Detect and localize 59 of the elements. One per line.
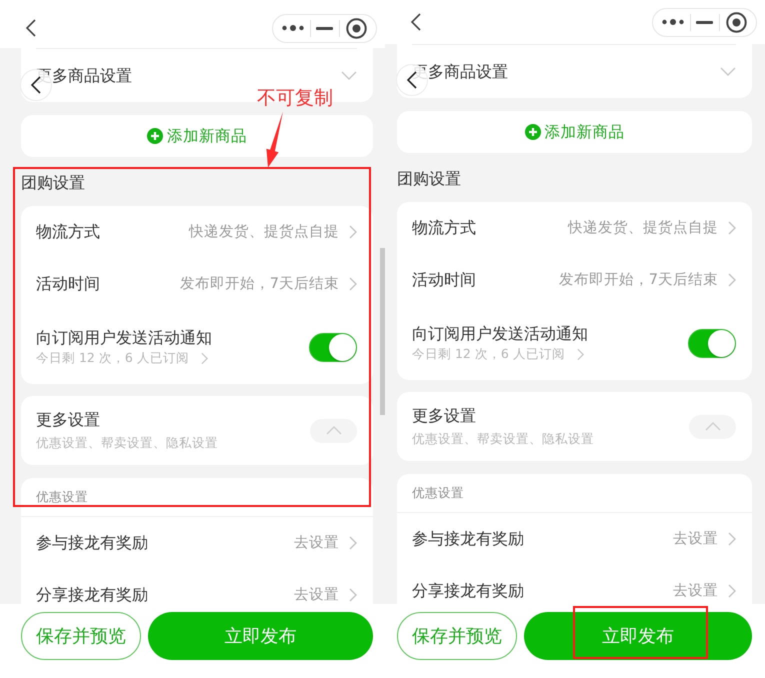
row-label[interactable]: 物流方式 [36, 222, 189, 242]
circle-dot-icon [346, 18, 368, 38]
notification-switch[interactable] [309, 332, 357, 362]
row-value: 快递发货、提货点自提 [568, 219, 718, 237]
more-button[interactable] [662, 19, 684, 25]
chevron-right-icon [349, 277, 357, 291]
chevron-right-icon [576, 348, 584, 360]
chevron-right-icon [349, 588, 357, 602]
row-label[interactable]: 分享接龙有奖励 [412, 581, 673, 601]
row-value: 去设置 [673, 530, 718, 548]
row-value: 去设置 [673, 582, 718, 600]
scrollbar-thumb[interactable] [380, 248, 385, 415]
row-label[interactable]: 参与接龙有奖励 [412, 529, 673, 549]
card-title[interactable]: 更多设置 [412, 406, 594, 426]
more-icon [282, 25, 304, 31]
minimize-button[interactable] [696, 20, 714, 24]
row-value: 快递发货、提货点自提 [189, 223, 339, 241]
row-value: 去设置 [294, 586, 339, 604]
row-value: 发布即开始，7天后结束 [558, 271, 718, 289]
group-header: 优惠设置 [412, 484, 464, 502]
row-value: 发布即开始，7天后结束 [180, 275, 339, 293]
settings-summary: 优惠设置、帮卖设置、隐私设置 [36, 435, 218, 451]
group-header: 优惠设置 [36, 488, 88, 506]
row-label: 向订阅用户发送活动通知 [36, 328, 212, 348]
row-label[interactable]: 分享接龙有奖励 [36, 585, 294, 604]
settings-summary: 优惠设置、帮卖设置、隐私设置 [412, 431, 594, 447]
notification-switch[interactable] [688, 328, 736, 358]
callout-arrow [266, 111, 284, 168]
back-icon [411, 13, 421, 31]
minus-icon [316, 26, 334, 30]
card-title[interactable]: 更多设置 [36, 410, 218, 430]
minimize-button[interactable] [316, 26, 334, 30]
row-label[interactable]: 参与接龙有奖励 [36, 533, 294, 553]
minus-icon [696, 20, 714, 24]
chevron-right-icon [349, 536, 357, 550]
plus-circle-icon [147, 128, 163, 144]
chevron-right-icon [728, 221, 736, 235]
row-value: 去设置 [294, 534, 339, 552]
section-title: 团购设置 [397, 169, 462, 189]
chevron-right-icon [200, 352, 208, 364]
more-button[interactable] [282, 25, 304, 31]
row-label[interactable]: 活动时间 [412, 270, 559, 290]
chevron-right-icon [728, 273, 736, 287]
section-title: 团购设置 [21, 173, 86, 193]
row-label[interactable]: 活动时间 [36, 274, 180, 294]
more-icon [662, 19, 684, 25]
back-button[interactable] [26, 19, 36, 37]
chevron-right-icon [728, 584, 736, 598]
row-label: 向订阅用户发送活动通知 [412, 324, 588, 344]
plus-circle-icon [524, 124, 540, 140]
chevron-right-icon [728, 532, 736, 546]
callout-label: 不可复制 [257, 87, 333, 109]
chevron-right-icon [349, 225, 357, 239]
close-button[interactable] [726, 12, 748, 32]
close-button[interactable] [346, 18, 368, 38]
row-label[interactable]: 物流方式 [412, 218, 568, 238]
circle-dot-icon [726, 12, 748, 32]
back-button[interactable] [411, 13, 421, 31]
back-icon [26, 19, 36, 37]
